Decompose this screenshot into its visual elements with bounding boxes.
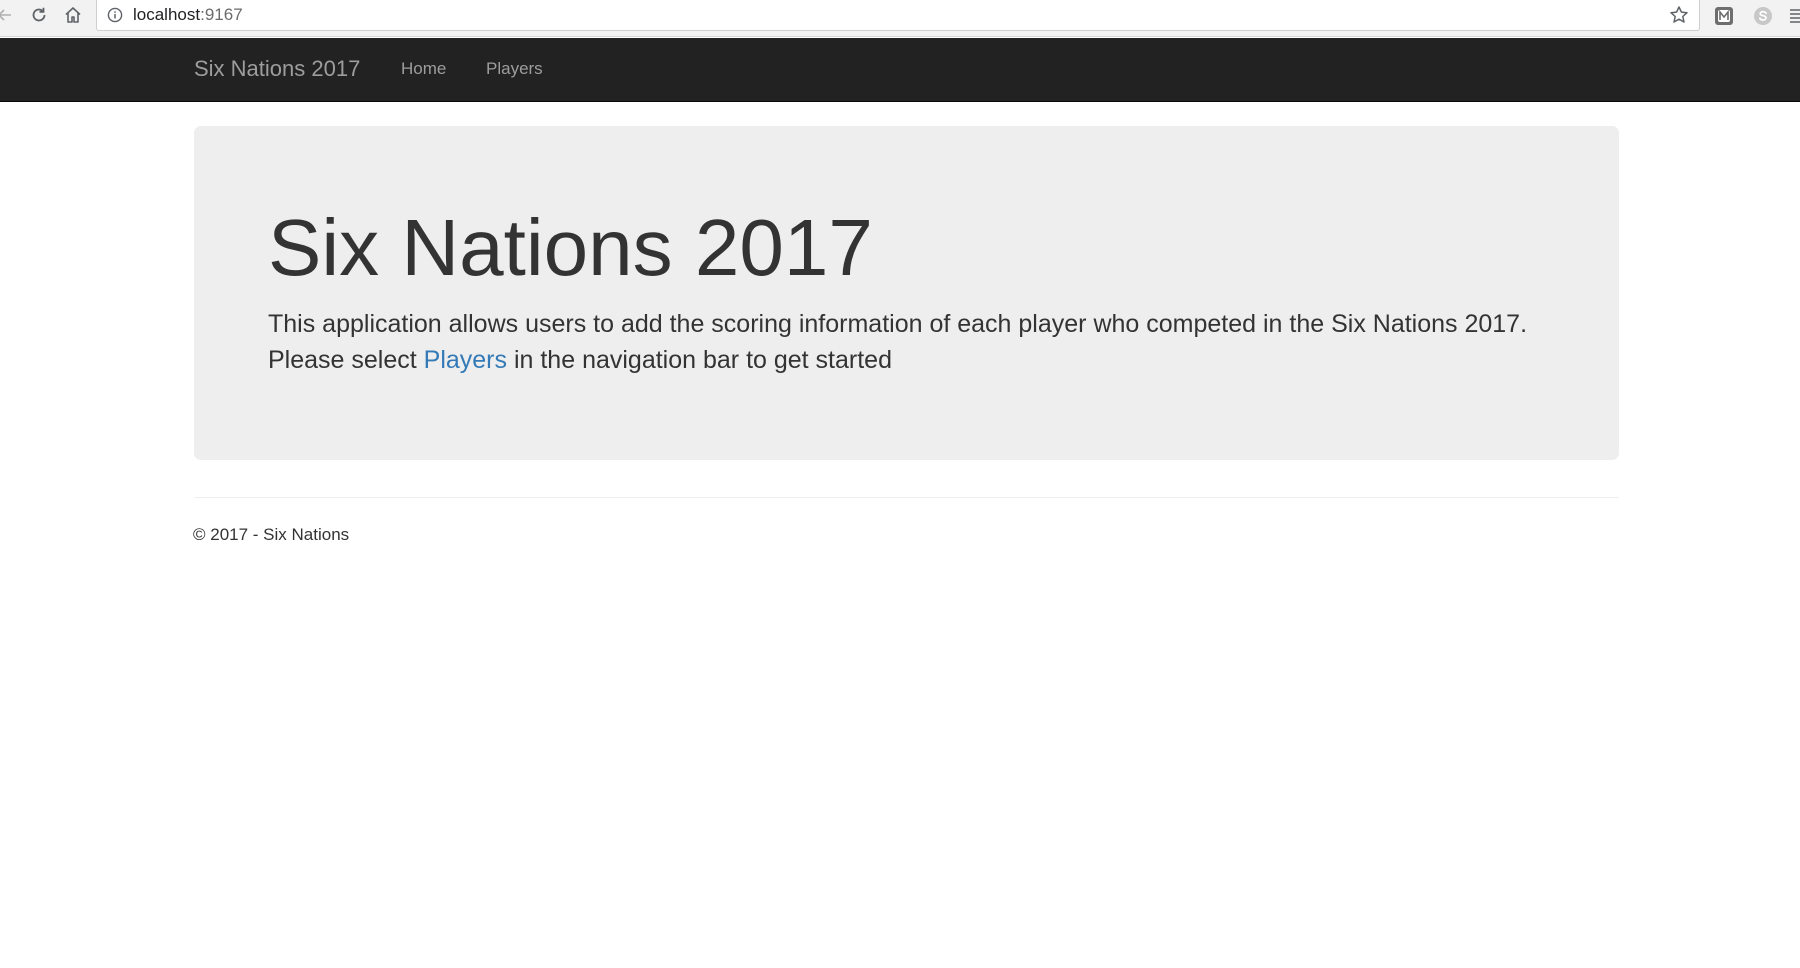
url-text[interactable]: localhost:9167 — [133, 5, 243, 25]
footer-divider — [194, 497, 1619, 498]
home-button[interactable] — [60, 0, 86, 30]
info-icon[interactable] — [107, 7, 123, 23]
url-host: localhost — [133, 5, 201, 24]
page-title: Six Nations 2017 — [268, 203, 873, 292]
arrow-back-icon — [0, 9, 11, 21]
reload-icon — [32, 7, 46, 22]
star-icon[interactable] — [1669, 5, 1689, 25]
skype-icon[interactable] — [1751, 4, 1775, 28]
players-link[interactable]: Players — [424, 346, 507, 374]
browser-toolbar: localhost:9167 — [0, 0, 1800, 37]
menu-icon[interactable] — [1788, 4, 1800, 28]
intro-paragraph: This application allows users to add the… — [268, 306, 1544, 378]
extension-icon[interactable] — [1712, 4, 1736, 28]
jumbotron: Six Nations 2017 This application allows… — [194, 126, 1619, 460]
home-icon — [65, 7, 81, 23]
nav-link-home[interactable]: Home — [401, 59, 446, 79]
nav-link-players[interactable]: Players — [486, 59, 543, 79]
back-button[interactable] — [0, 0, 16, 30]
navbar-brand[interactable]: Six Nations 2017 — [194, 56, 360, 82]
url-port: :9167 — [200, 5, 243, 24]
site-navbar: Six Nations 2017 Home Players — [0, 38, 1800, 102]
address-bar[interactable]: localhost:9167 — [96, 0, 1700, 31]
footer-copyright: © 2017 - Six Nations — [193, 525, 350, 544]
reload-button[interactable] — [26, 0, 52, 30]
intro-text-after: in the navigation bar to get started — [507, 346, 892, 374]
